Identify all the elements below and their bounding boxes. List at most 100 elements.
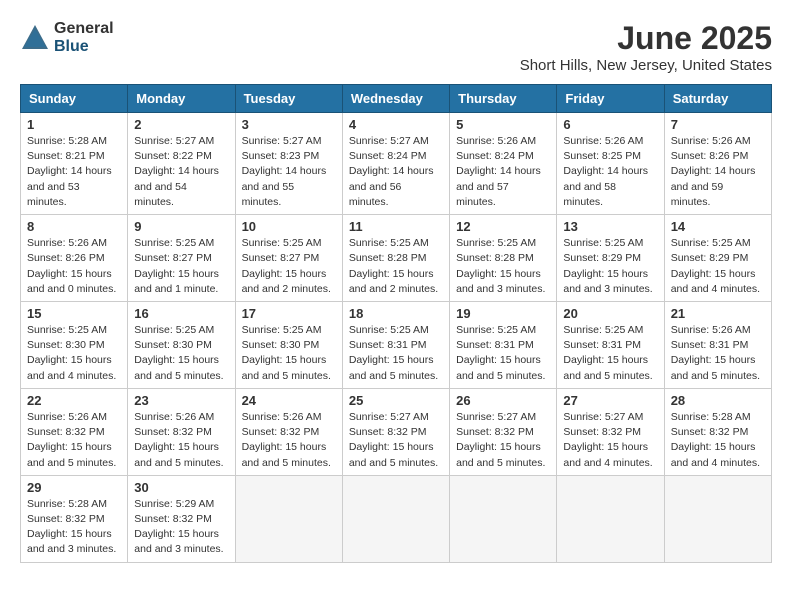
sunrise-text: Sunrise: 5:25 AM <box>563 237 643 249</box>
day-number: 8 <box>27 219 121 234</box>
day-info: Sunrise: 5:27 AMSunset: 8:23 PMDaylight:… <box>242 134 336 210</box>
day-info: Sunrise: 5:25 AMSunset: 8:29 PMDaylight:… <box>563 236 657 297</box>
minutes-text: and and 5 minutes. <box>27 457 116 469</box>
calendar-cell <box>557 475 664 562</box>
header: General Blue June 2025 Short Hills, New … <box>20 20 772 74</box>
calendar-cell: 13Sunrise: 5:25 AMSunset: 8:29 PMDayligh… <box>557 215 664 302</box>
daylight-text: Daylight: 15 hours <box>134 268 219 280</box>
daylight-text: Daylight: 15 hours <box>349 354 434 366</box>
minutes-text: and and 3 minutes. <box>27 543 116 555</box>
day-number: 28 <box>671 393 765 408</box>
day-number: 13 <box>563 219 657 234</box>
location-text: Short Hills, New Jersey, United States <box>520 57 772 74</box>
sunset-text: Sunset: 8:23 PM <box>242 150 320 162</box>
calendar-cell: 23 Sunrise: 5:26 AMSunset: 8:32 PMDayligh… <box>128 388 235 475</box>
daylight-text: Daylight: 15 hours <box>27 528 112 540</box>
minutes-text: and and 5 minutes. <box>563 370 652 382</box>
calendar-cell: 8 Sunrise: 5:26 AMSunset: 8:26 PMDaylight… <box>21 215 128 302</box>
calendar-cell: 6Sunrise: 5:26 AMSunset: 8:25 PMDaylight… <box>557 113 664 215</box>
sunset-text: Sunset: 8:24 PM <box>456 150 534 162</box>
day-number: 24 <box>242 393 336 408</box>
minutes-text: and and 57 minutes. <box>456 181 509 208</box>
daylight-text: Daylight: 14 hours <box>349 165 434 177</box>
calendar-cell: 1Sunrise: 5:28 AMSunset: 8:21 PMDaylight… <box>21 113 128 215</box>
day-number: 30 <box>134 480 228 495</box>
minutes-text: and and 58 minutes. <box>563 181 616 208</box>
day-number: 22 <box>27 393 121 408</box>
day-info: Sunrise: 5:27 AMSunset: 8:32 PMDaylight:… <box>563 410 657 471</box>
sunrise-text: Sunrise: 5:25 AM <box>349 237 429 249</box>
day-number: 11 <box>349 219 443 234</box>
daylight-text: Daylight: 15 hours <box>27 441 112 453</box>
sunrise-text: Sunrise: 5:27 AM <box>134 135 214 147</box>
calendar-cell: 24Sunrise: 5:26 AMSunset: 8:32 PMDayligh… <box>235 388 342 475</box>
day-info: Sunrise: 5:25 AMSunset: 8:30 PMDaylight:… <box>134 323 228 384</box>
minutes-text: and and 3 minutes. <box>456 283 545 295</box>
logo-icon <box>20 23 50 53</box>
header-sunday: Sunday <box>21 85 128 113</box>
daylight-text: Daylight: 14 hours <box>563 165 648 177</box>
header-saturday: Saturday <box>664 85 771 113</box>
day-info: Sunrise: 5:27 AMSunset: 8:32 PMDaylight:… <box>349 410 443 471</box>
calendar-cell: 27Sunrise: 5:27 AMSunset: 8:32 PMDayligh… <box>557 388 664 475</box>
calendar-cell: 14Sunrise: 5:25 AMSunset: 8:29 PMDayligh… <box>664 215 771 302</box>
sunset-text: Sunset: 8:26 PM <box>671 150 749 162</box>
daylight-text: Daylight: 15 hours <box>671 268 756 280</box>
sunrise-text: Sunrise: 5:25 AM <box>671 237 751 249</box>
sunset-text: Sunset: 8:32 PM <box>27 426 105 438</box>
daylight-text: Daylight: 15 hours <box>242 354 327 366</box>
daylight-text: Daylight: 15 hours <box>456 354 541 366</box>
calendar-cell <box>450 475 557 562</box>
daylight-text: Daylight: 14 hours <box>671 165 756 177</box>
day-number: 19 <box>456 306 550 321</box>
sunrise-text: Sunrise: 5:25 AM <box>242 324 322 336</box>
daylight-text: Daylight: 14 hours <box>134 165 219 177</box>
sunrise-text: Sunrise: 5:25 AM <box>27 324 107 336</box>
day-number: 25 <box>349 393 443 408</box>
calendar-cell: 5Sunrise: 5:26 AMSunset: 8:24 PMDaylight… <box>450 113 557 215</box>
logo-general-text: General <box>54 20 114 38</box>
minutes-text: and and 5 minutes. <box>456 457 545 469</box>
sunset-text: Sunset: 8:30 PM <box>242 339 320 351</box>
sunrise-text: Sunrise: 5:25 AM <box>134 237 214 249</box>
calendar-cell: 16Sunrise: 5:25 AMSunset: 8:30 PMDayligh… <box>128 301 235 388</box>
minutes-text: and and 55 minutes. <box>242 181 295 208</box>
day-info: Sunrise: 5:25 AMSunset: 8:27 PMDaylight:… <box>134 236 228 297</box>
day-number: 1 <box>27 117 121 132</box>
calendar-cell: 15 Sunrise: 5:25 AM Sunset: 8:30 PM Dayligh… <box>21 301 128 388</box>
calendar-cell: 29Sunrise: 5:28 AMSunset: 8:32 PMDayligh… <box>21 475 128 562</box>
day-info: Sunrise: 5:27 AMSunset: 8:24 PMDaylight:… <box>349 134 443 210</box>
sunrise-text: Sunrise: 5:27 AM <box>242 135 322 147</box>
sunrise-text: Sunrise: 5:26 AM <box>456 135 536 147</box>
sunset-text: Sunset: 8:32 PM <box>134 513 212 525</box>
sunset-text: Sunset: 8:31 PM <box>456 339 534 351</box>
day-number: 23 <box>134 393 228 408</box>
sunrise-text: Sunrise: 5:26 AM <box>242 411 322 423</box>
minutes-text: and and 5 minutes. <box>134 457 223 469</box>
day-info: Sunrise: 5:26 AMSunset: 8:24 PMDaylight:… <box>456 134 550 210</box>
sunset-text: Sunset: 8:24 PM <box>349 150 427 162</box>
sunrise-text: Sunrise: 5:25 AM <box>134 324 214 336</box>
sunrise-text: Sunrise: 5:29 AM <box>134 498 214 510</box>
header-wednesday: Wednesday <box>342 85 449 113</box>
daylight-text: Daylight: 15 hours <box>456 441 541 453</box>
calendar-week-row: 8 Sunrise: 5:26 AMSunset: 8:26 PMDaylight… <box>21 215 772 302</box>
calendar-week-row: 22Sunrise: 5:26 AMSunset: 8:32 PMDayligh… <box>21 388 772 475</box>
sunset-text: Sunset: 8:29 PM <box>563 252 641 264</box>
calendar-cell: 19Sunrise: 5:25 AMSunset: 8:31 PMDayligh… <box>450 301 557 388</box>
sunset-text: Sunset: 8:32 PM <box>27 513 105 525</box>
day-info: Sunrise: 5:26 AMSunset: 8:32 PMDaylight:… <box>134 410 228 471</box>
minutes-text: and and 59 minutes. <box>671 181 724 208</box>
daylight-text: Daylight: 15 hours <box>27 354 112 366</box>
calendar-cell: 2Sunrise: 5:27 AMSunset: 8:22 PMDaylight… <box>128 113 235 215</box>
minutes-text: and and 5 minutes. <box>242 457 331 469</box>
header-monday: Monday <box>128 85 235 113</box>
minutes-text: and and 54 minutes. <box>134 181 187 208</box>
day-info: Sunrise: 5:26 AMSunset: 8:26 PMDaylight:… <box>27 236 121 297</box>
day-number: 15 <box>27 306 121 321</box>
calendar-week-row: 1Sunrise: 5:28 AMSunset: 8:21 PMDaylight… <box>21 113 772 215</box>
calendar-cell: 12Sunrise: 5:25 AMSunset: 8:28 PMDayligh… <box>450 215 557 302</box>
sunset-text: Sunset: 8:30 PM <box>27 339 105 351</box>
sunset-text: Sunset: 8:30 PM <box>134 339 212 351</box>
daylight-text: Daylight: 15 hours <box>456 268 541 280</box>
